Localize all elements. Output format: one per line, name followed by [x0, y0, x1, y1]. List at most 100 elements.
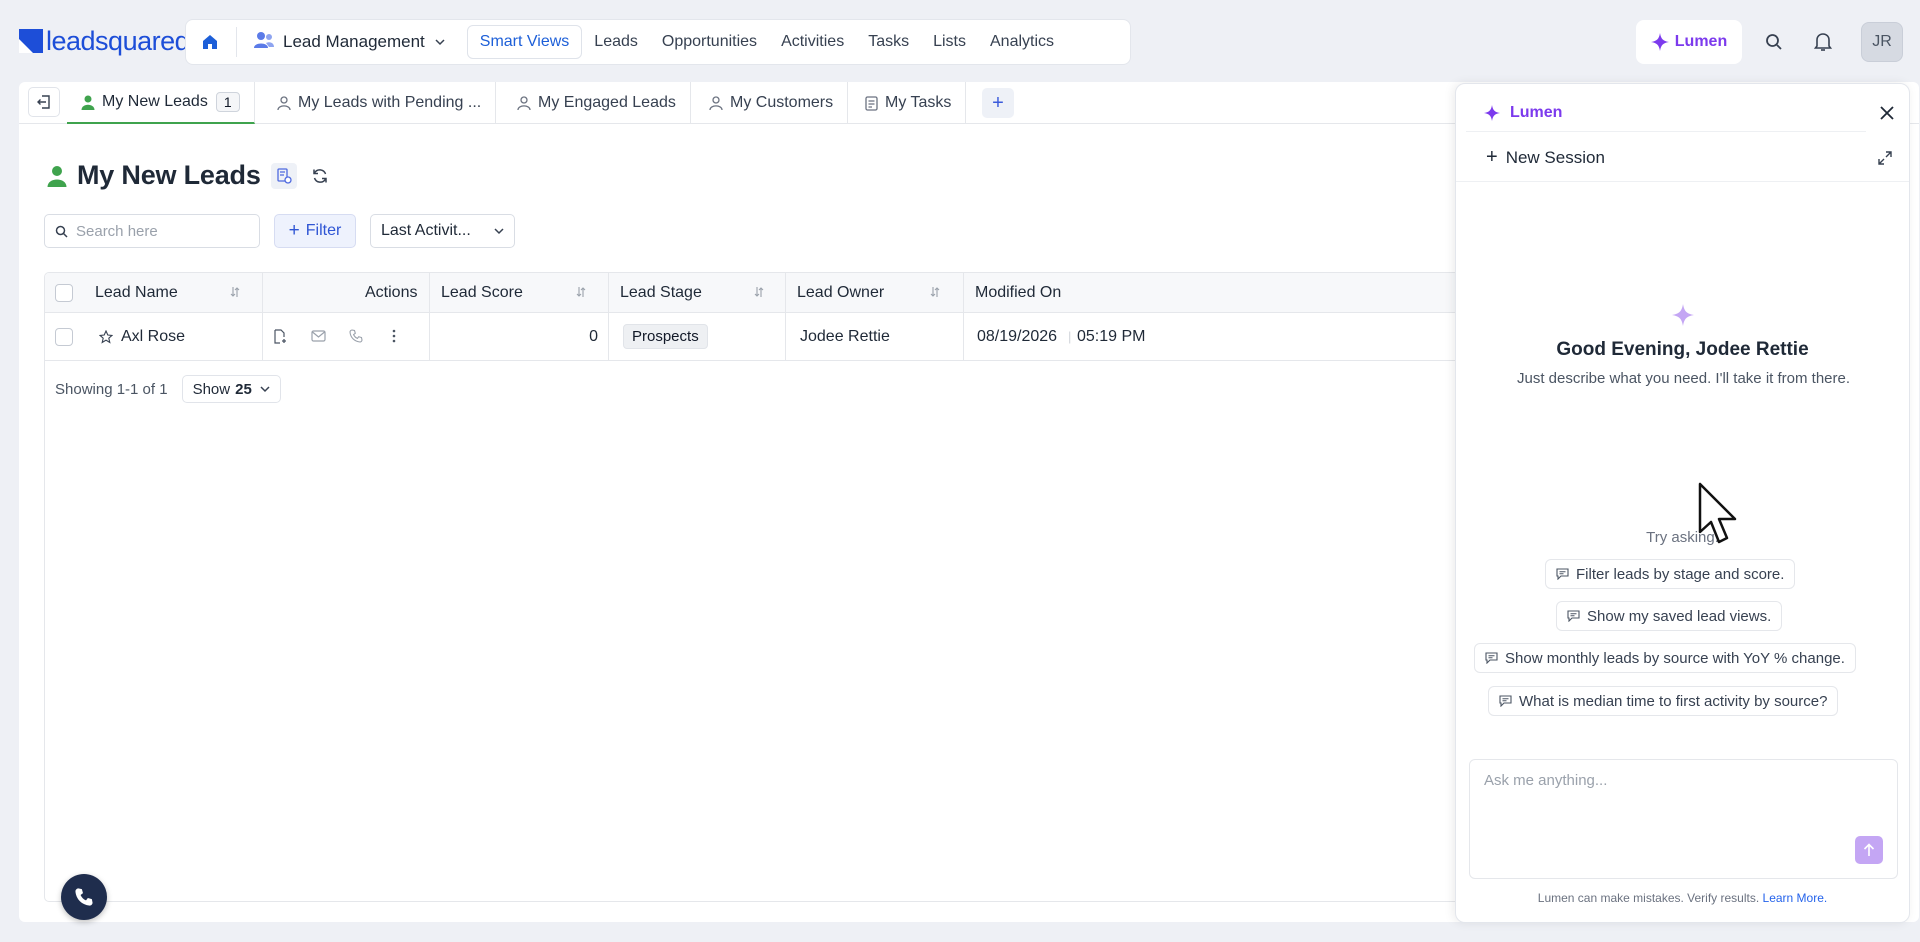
- greeting-title: Good Evening, Jodee Rettie: [1556, 339, 1809, 360]
- bell-icon: [1814, 33, 1832, 51]
- refresh-icon: [312, 168, 327, 183]
- column-header-actions: Actions: [365, 283, 418, 301]
- notifications-button[interactable]: [1807, 26, 1839, 58]
- column-divider: [785, 273, 786, 312]
- sort-icon[interactable]: [753, 286, 765, 298]
- filter-label: Filter: [305, 222, 342, 239]
- home-button[interactable]: [192, 25, 228, 59]
- tab-my-new-leads[interactable]: My New Leads 1: [67, 82, 255, 124]
- nav-smart-views[interactable]: Smart Views: [466, 25, 583, 59]
- refresh-button[interactable]: [307, 163, 333, 189]
- page-title: My New Leads: [77, 160, 261, 190]
- user-outline-icon: [517, 95, 531, 111]
- ask-input[interactable]: [1484, 772, 1844, 832]
- users-icon: [253, 31, 275, 54]
- phone-dialer-button[interactable]: [61, 874, 107, 920]
- expand-panel-button[interactable]: [1875, 148, 1895, 168]
- greeting-subtitle: Just describe what you need. I'll take i…: [1516, 370, 1851, 387]
- app-switcher-dropdown[interactable]: Lead Management: [245, 25, 453, 59]
- tab-my-customers[interactable]: My Customers: [695, 82, 849, 124]
- search-button[interactable]: [1758, 26, 1790, 58]
- nav-divider: [236, 27, 237, 57]
- nav-tasks[interactable]: Tasks: [856, 25, 921, 59]
- sparkle-icon: [1484, 104, 1500, 121]
- chevron-down-icon: [260, 386, 270, 393]
- disclaimer-text: Lumen can make mistakes. Verify results.: [1537, 891, 1760, 905]
- showing-count: Showing 1-1 of 1: [55, 380, 168, 398]
- mouse-pointer-icon: [1698, 482, 1737, 544]
- column-divider: [262, 273, 263, 312]
- lumen-panel-tab[interactable]: Lumen: [1466, 94, 1866, 132]
- sort-icon[interactable]: [929, 286, 941, 298]
- phone-icon: [75, 888, 93, 906]
- sort-dropdown-value: Last Activit...: [381, 222, 471, 239]
- collapse-tabs-button[interactable]: [28, 87, 60, 117]
- user-icon: [47, 165, 67, 187]
- select-all-checkbox[interactable]: [55, 283, 73, 302]
- sort-dropdown[interactable]: Last Activit...: [370, 214, 515, 248]
- more-actions-button[interactable]: [385, 327, 403, 345]
- suggestion-chip[interactable]: Filter leads by stage and score.: [1545, 559, 1796, 589]
- lumen-button-label: Lumen: [1674, 33, 1728, 50]
- lead-stage-cell: Prospects: [623, 313, 708, 360]
- mail-icon: [310, 330, 326, 342]
- column-header-lead-owner[interactable]: Lead Owner: [797, 273, 884, 312]
- sparkle-icon: [1672, 304, 1694, 326]
- suggestion-chip[interactable]: Show my saved lead views.: [1556, 601, 1783, 631]
- select-all-checkbox-cell: [55, 273, 73, 312]
- page-size-dropdown[interactable]: Show 25: [181, 375, 281, 403]
- plus-icon: +: [992, 91, 1004, 114]
- suggestion-text: What is median time to first activity by…: [1519, 692, 1828, 710]
- tab-label: My New Leads: [102, 93, 208, 110]
- send-email-button[interactable]: [309, 327, 327, 345]
- sort-icon[interactable]: [575, 286, 587, 298]
- tab-my-tasks[interactable]: My Tasks: [851, 82, 967, 124]
- add-tab-button[interactable]: +: [982, 88, 1014, 118]
- row-checkbox[interactable]: [55, 327, 73, 346]
- call-button[interactable]: [347, 327, 365, 345]
- star-button[interactable]: [99, 313, 113, 360]
- exit-panel-icon: [37, 95, 50, 109]
- column-header-lead-score[interactable]: Lead Score: [441, 273, 523, 312]
- tab-my-leads-with-pending[interactable]: My Leads with Pending ...: [263, 82, 497, 124]
- star-icon: [99, 329, 113, 344]
- close-panel-button[interactable]: [1874, 100, 1900, 126]
- filter-button[interactable]: + Filter: [274, 214, 356, 248]
- suggestion-chip[interactable]: Show monthly leads by source with YoY % …: [1474, 643, 1856, 673]
- user-outline-icon: [277, 95, 291, 111]
- new-session-button[interactable]: + New Session: [1456, 134, 1909, 182]
- column-header-modified-on[interactable]: Modified On: [975, 273, 1061, 312]
- lead-stage-pill: Prospects: [623, 324, 708, 349]
- nav-opportunities[interactable]: Opportunities: [650, 25, 769, 59]
- nav-analytics[interactable]: Analytics: [978, 25, 1066, 59]
- plus-icon: +: [288, 220, 300, 241]
- learn-more-link[interactable]: Learn More.: [1763, 891, 1828, 905]
- nav-leads[interactable]: Leads: [582, 25, 650, 59]
- suggestion-chip[interactable]: What is median time to first activity by…: [1488, 686, 1839, 716]
- add-activity-button[interactable]: [271, 327, 289, 345]
- search-input[interactable]: [76, 222, 246, 240]
- sort-icon[interactable]: [229, 286, 241, 298]
- nav-activities[interactable]: Activities: [769, 25, 856, 59]
- tab-my-engaged-leads[interactable]: My Engaged Leads: [503, 82, 691, 124]
- leadsquared-logo[interactable]: leadsquared: [19, 26, 190, 56]
- lumen-button[interactable]: Lumen: [1636, 20, 1742, 64]
- nav-lists[interactable]: Lists: [921, 25, 978, 59]
- lumen-panel-title: Lumen: [1510, 103, 1563, 121]
- column-divider: [785, 313, 786, 360]
- lead-name-link[interactable]: Axl Rose: [121, 313, 185, 360]
- try-asking-label: Try asking:: [1646, 529, 1719, 546]
- manage-view-button[interactable]: [270, 162, 297, 189]
- row-checkbox-cell: [55, 313, 73, 360]
- column-header-lead-name[interactable]: Lead Name: [95, 273, 178, 312]
- leads-grid: Lead Name Actions Lead Score Lead Stage …: [44, 272, 1474, 902]
- column-divider: [262, 313, 263, 360]
- user-avatar[interactable]: JR: [1861, 22, 1903, 62]
- column-divider: [608, 313, 609, 360]
- grid-toolbar: + Filter Last Activit...: [44, 214, 515, 248]
- more-vertical-icon: [392, 329, 396, 343]
- column-header-lead-stage[interactable]: Lead Stage: [620, 273, 702, 312]
- send-button[interactable]: [1855, 836, 1883, 864]
- page-size-label: Show: [192, 380, 231, 398]
- tab-label: My Tasks: [885, 94, 952, 111]
